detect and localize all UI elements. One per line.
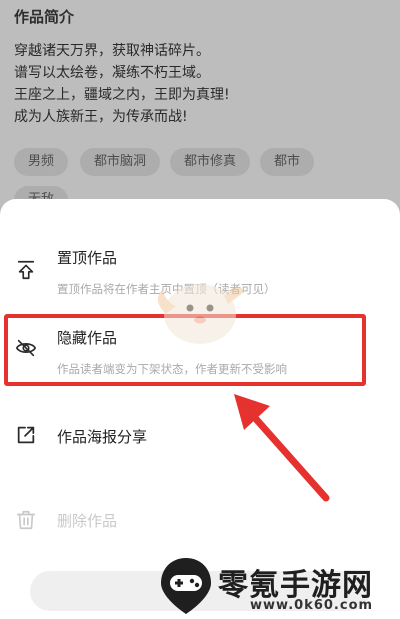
mascot-sticker [157,284,244,344]
trash-icon [15,509,37,531]
gamepad-pin-logo-icon [161,558,211,614]
tag[interactable]: 男频 [14,148,69,176]
watermark-url: www.0k60.com [250,598,374,613]
intro-line: 谱写以太绘卷，凝练不朽王域。 [14,65,210,81]
intro-line: 王座之上，疆域之内，王即为真理! [14,87,230,103]
tag[interactable]: 都市修真 [170,148,251,176]
intro-line: 成为人族新王，为传承而战! [14,109,188,125]
delete-work-option[interactable]: 删除作品 [0,505,400,535]
pin-work-label: 置顶作品 [57,249,118,267]
external-share-icon [15,424,37,446]
tag[interactable]: 都市脑洞 [80,148,161,176]
intro-line: 穿越诸天万界，获取神话碎片。 [14,43,210,59]
tag[interactable]: 都市 [260,148,315,176]
pin-top-icon [15,259,37,281]
delete-work-label: 删除作品 [57,512,118,530]
site-watermark: 零氪手游网 www.0k60.com [158,556,398,616]
share-poster-label: 作品海报分享 [57,428,148,446]
pointer-arrow [234,394,330,502]
section-title: 作品简介 [14,8,75,26]
share-poster-option[interactable]: 作品海报分享 [0,421,400,451]
intro-text: 穿越诸天万界，获取神话碎片。 谱写以太绘卷，凝练不朽王域。 王座之上，疆域之内，… [14,40,230,128]
